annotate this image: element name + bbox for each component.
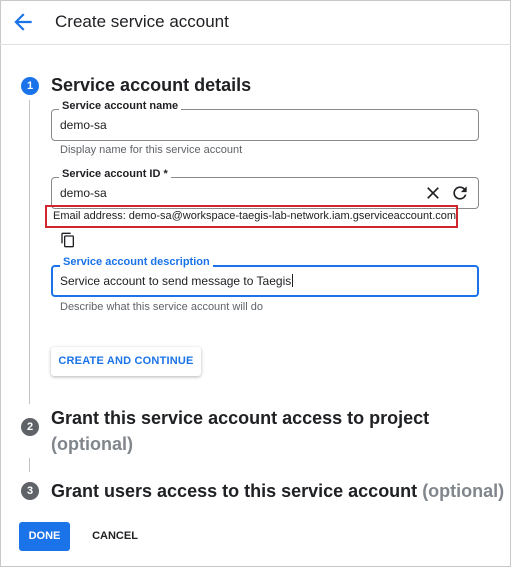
service-account-name-label: Service account name xyxy=(59,100,182,112)
step-3-number: 3 xyxy=(21,482,39,500)
clear-id-button[interactable] xyxy=(423,183,443,203)
refresh-icon xyxy=(453,186,467,200)
step-3-title-text: Grant users access to this service accou… xyxy=(51,481,418,501)
step-connector xyxy=(29,458,30,472)
page-title: Create service account xyxy=(55,12,229,31)
step-3-title[interactable]: Grant users access to this service accou… xyxy=(51,481,504,502)
regenerate-id-button[interactable] xyxy=(450,183,470,203)
service-account-name-field[interactable]: Service account name demo-sa xyxy=(51,100,479,141)
close-icon xyxy=(427,187,439,199)
copy-icon xyxy=(61,232,74,248)
step-1-title: Service account details xyxy=(51,75,252,95)
service-account-description-input[interactable]: Service account to send message to Taegi… xyxy=(60,274,390,288)
step-3-optional: (optional) xyxy=(422,481,505,501)
page-header: Create service account xyxy=(0,0,511,45)
service-account-id-label: Service account ID * xyxy=(59,168,171,180)
service-account-description-label: Service account description xyxy=(60,256,213,268)
done-button[interactable]: DONE xyxy=(19,522,70,551)
service-account-name-input[interactable]: demo-sa xyxy=(60,118,390,132)
step-2-optional: (optional) xyxy=(51,434,133,454)
service-account-description-field[interactable]: Service account description Service acco… xyxy=(51,256,479,297)
arrow-back-icon xyxy=(14,13,32,31)
step-2-title[interactable]: Grant this service account access to pro… xyxy=(51,405,471,457)
step-2-title-text: Grant this service account access to pro… xyxy=(51,408,430,428)
step-connector xyxy=(29,100,30,404)
step-1-number: 1 xyxy=(21,77,39,95)
create-and-continue-button[interactable]: CREATE AND CONTINUE xyxy=(51,347,201,376)
service-account-description-hint: Describe what this service account will … xyxy=(60,301,263,313)
email-address-highlight: Email address: demo-sa@workspace-taegis-… xyxy=(45,205,458,228)
cancel-button[interactable]: CANCEL xyxy=(85,522,145,551)
email-address-text: Email address: demo-sa@workspace-taegis-… xyxy=(53,210,457,222)
service-account-description-value: Service account to send message to Taegi… xyxy=(60,274,292,288)
step-2-number: 2 xyxy=(21,418,39,436)
service-account-name-hint: Display name for this service account xyxy=(60,144,243,156)
back-button[interactable] xyxy=(10,9,36,35)
copy-email-button[interactable] xyxy=(60,232,76,248)
text-caret xyxy=(292,274,294,287)
service-account-id-input[interactable]: demo-sa xyxy=(60,186,390,200)
